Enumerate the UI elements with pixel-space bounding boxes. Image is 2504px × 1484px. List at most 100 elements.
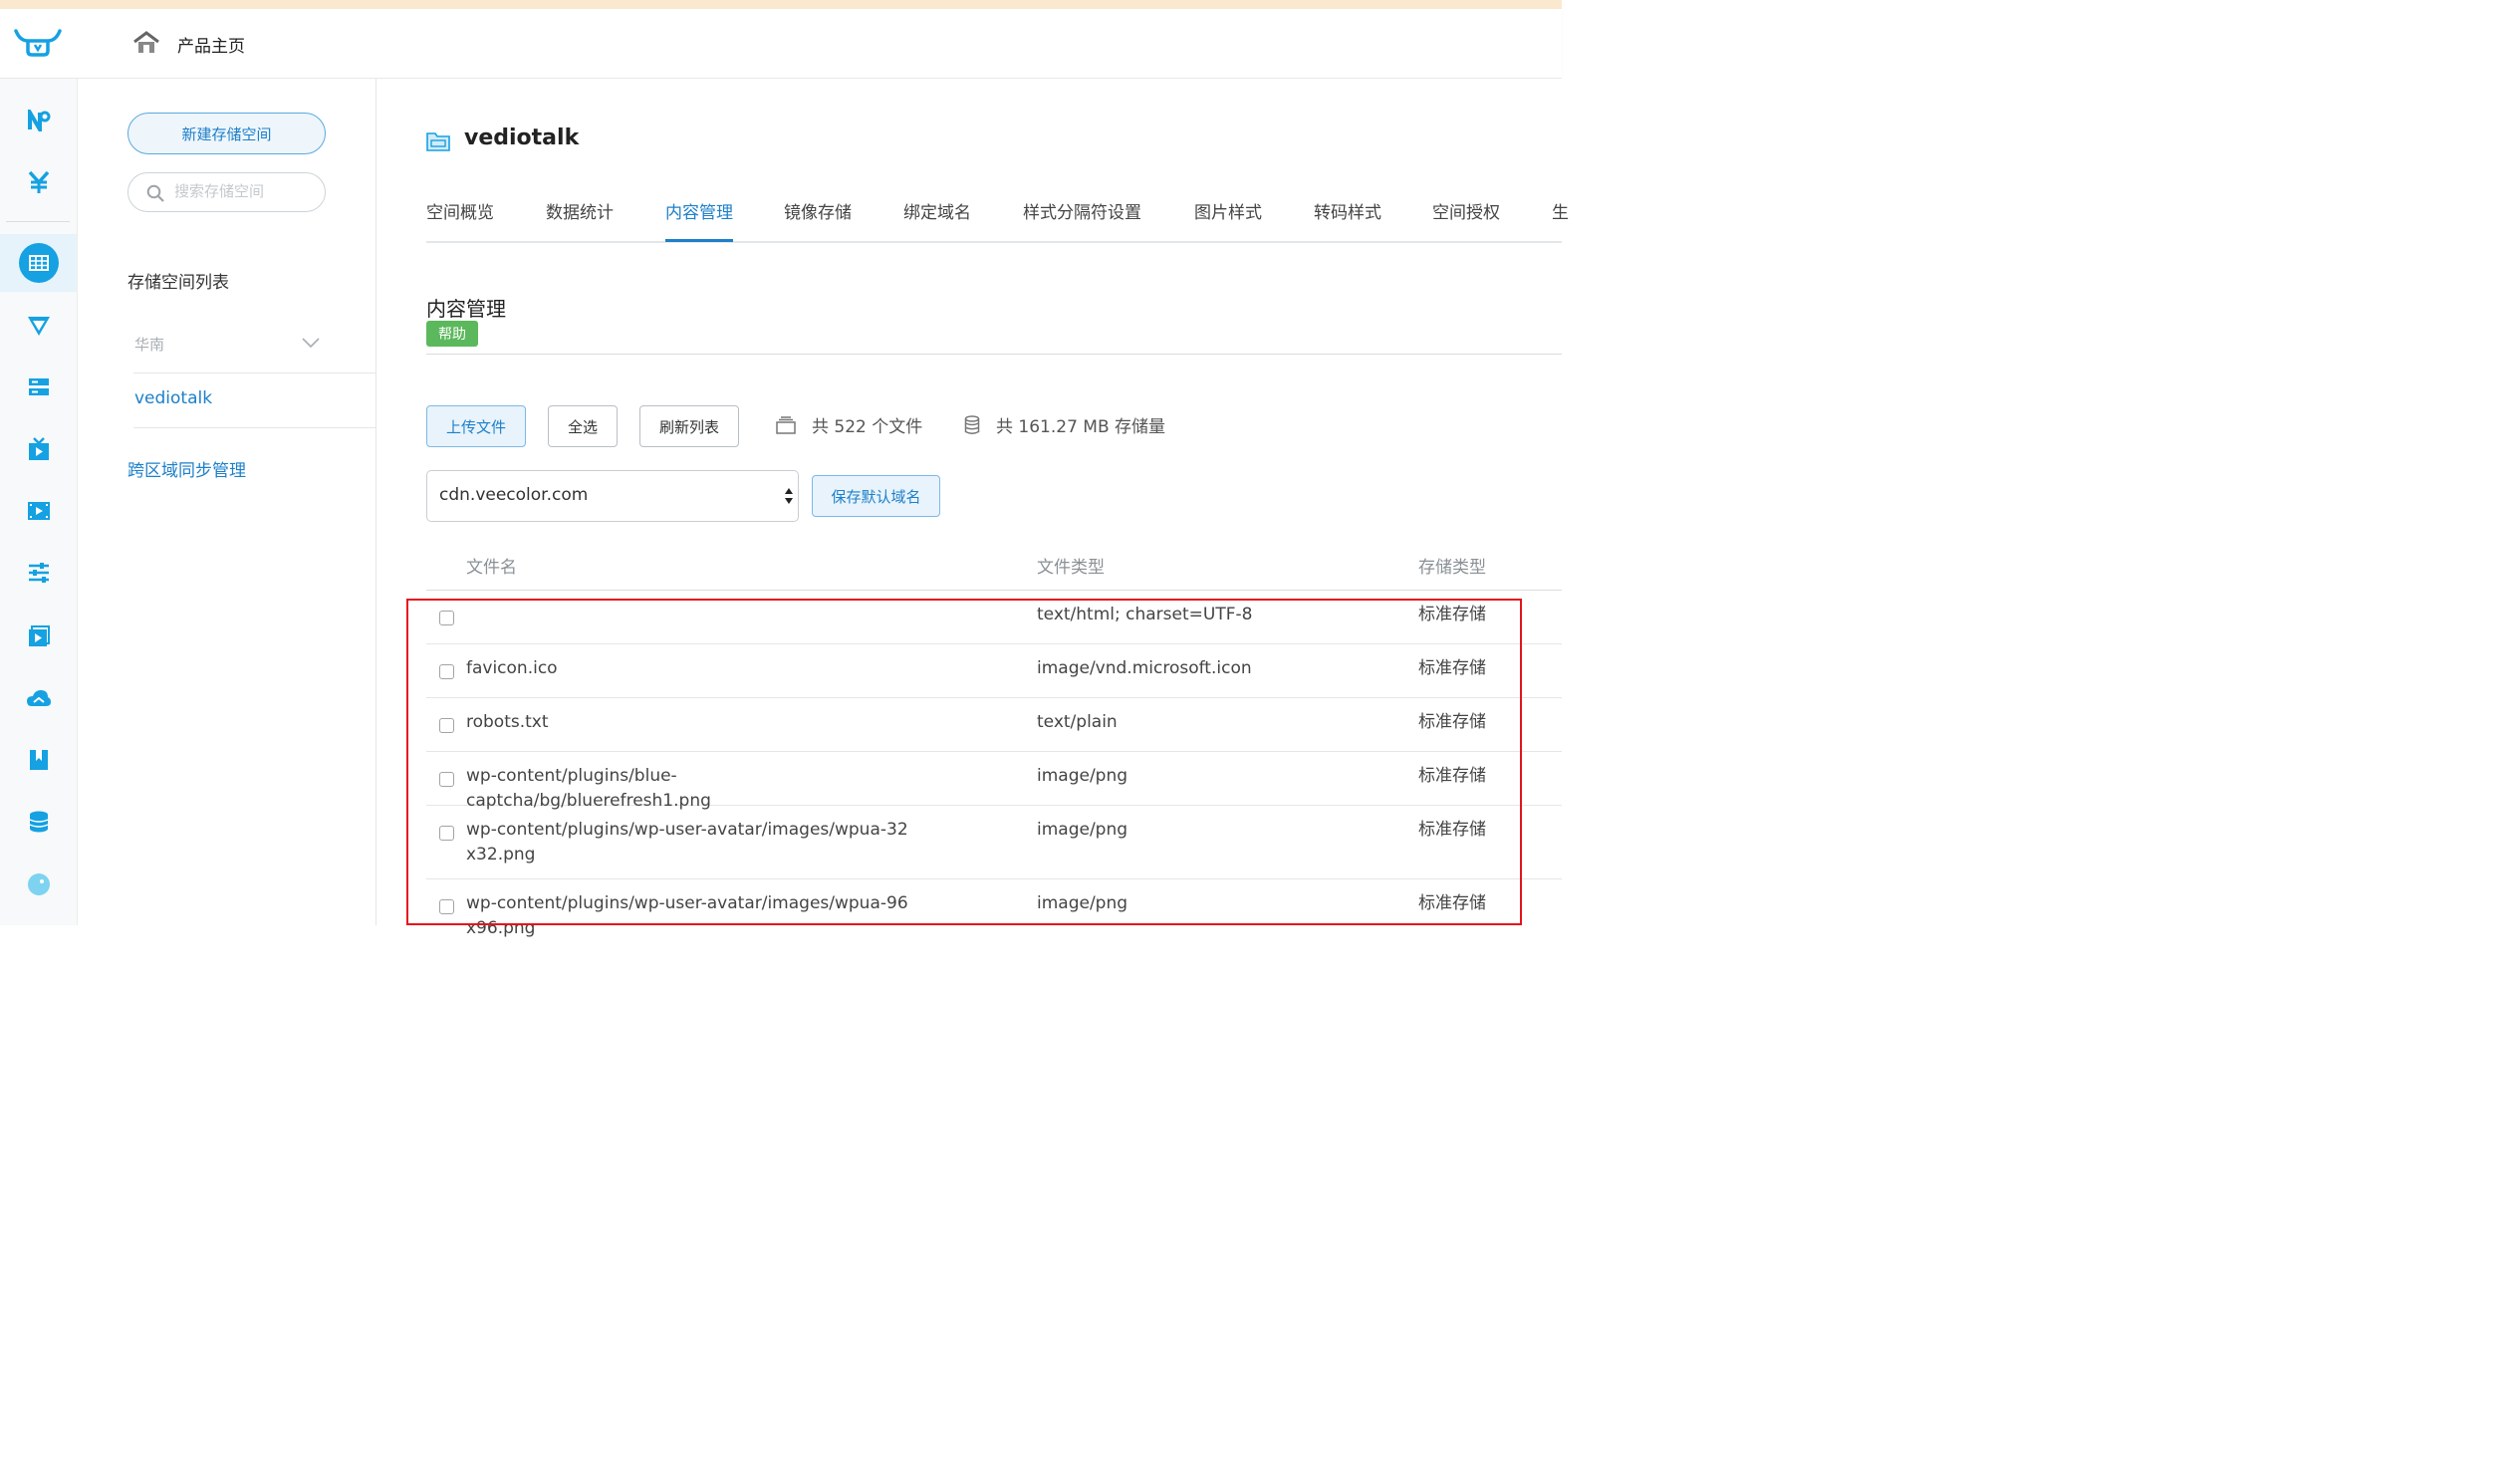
- region-selector[interactable]: 华南: [134, 334, 164, 355]
- nav-kodo[interactable]: [0, 93, 77, 148]
- moon-icon: [27, 873, 50, 895]
- cross-region-sync-link[interactable]: 跨区域同步管理: [127, 456, 246, 481]
- nav-divider: [6, 221, 70, 222]
- chevron-down-icon[interactable]: [302, 338, 320, 348]
- file-name[interactable]: favicon.ico: [466, 656, 914, 681]
- video-icon: [27, 502, 50, 520]
- table-row[interactable]: wp-content/plugins/wp-user-avatar/images…: [426, 806, 1562, 879]
- file-type: image/png: [1037, 893, 1128, 913]
- table-row[interactable]: favicon.ico image/vnd.microsoft.icon 标准存…: [426, 644, 1562, 698]
- database-icon: [29, 811, 48, 833]
- select-all-button[interactable]: 全选: [548, 405, 618, 447]
- nav-bookmark[interactable]: [0, 732, 77, 788]
- column-header-storage-type[interactable]: 存储类型: [1418, 553, 1486, 578]
- search-icon: [146, 184, 164, 202]
- row-checkbox[interactable]: [439, 826, 454, 841]
- column-header-filetype[interactable]: 文件类型: [1037, 553, 1105, 578]
- cdn-icon: [27, 317, 50, 336]
- nav-billing[interactable]: [0, 154, 77, 210]
- table-row[interactable]: wp-content/plugins/blue-captcha/bg/bluer…: [426, 752, 1562, 811]
- tab-space-authorization[interactable]: 空间授权: [1432, 198, 1500, 239]
- nav-cdn[interactable]: [0, 298, 77, 354]
- divider: [133, 372, 376, 373]
- tab-bind-domain[interactable]: 绑定域名: [903, 198, 971, 239]
- tab-mirror-storage[interactable]: 镜像存储: [784, 198, 852, 239]
- qiniu-logo[interactable]: [14, 27, 62, 63]
- file-name[interactable]: wp-content/plugins/wp-user-avatar/images…: [466, 891, 914, 941]
- server-icon: [28, 378, 49, 395]
- refresh-list-button[interactable]: 刷新列表: [639, 405, 739, 447]
- row-checkbox[interactable]: [439, 611, 454, 625]
- bucket-search-input[interactable]: [172, 181, 316, 201]
- column-header-filename[interactable]: 文件名: [466, 553, 517, 578]
- bucket-list-item[interactable]: vediotalk: [134, 388, 212, 408]
- top-banner-stripe: [0, 0, 1562, 9]
- tv-icon: [28, 437, 49, 460]
- bookmark-icon: [29, 750, 48, 770]
- storage-icon: [964, 415, 980, 434]
- bucket-search: [127, 172, 326, 212]
- tab-image-styles[interactable]: 图片样式: [1194, 198, 1262, 239]
- bucket-list-title: 存储空间列表: [127, 273, 229, 293]
- yuan-icon: [28, 170, 49, 193]
- files-icon: [776, 416, 796, 434]
- storage-grid-icon: [18, 243, 59, 283]
- storage-used: 共 161.27 MB 存储量: [996, 417, 1166, 437]
- upload-file-button[interactable]: 上传文件: [426, 405, 526, 447]
- nav-player[interactable]: [0, 609, 77, 664]
- storage-type: 标准存储: [1418, 605, 1486, 624]
- file-name[interactable]: wp-content/plugins/wp-user-avatar/images…: [466, 818, 914, 867]
- header-title[interactable]: 产品主页: [177, 32, 245, 57]
- bucket-tabs: 空间概览 数据统计 内容管理 镜像存储 绑定域名 样式分隔符设置 图片样式 转码…: [426, 198, 1569, 243]
- storage-type: 标准存储: [1418, 658, 1486, 678]
- kodo-icon: [27, 110, 50, 131]
- main-content: vediotalk 空间概览 数据统计 内容管理 镜像存储 绑定域名 样式分隔符…: [376, 79, 1569, 938]
- row-checkbox[interactable]: [439, 899, 454, 914]
- nav-processing[interactable]: [0, 545, 77, 601]
- bucket-folder-icon: [426, 128, 450, 156]
- player-icon: [28, 625, 50, 646]
- top-header: 产品主页: [0, 9, 1562, 79]
- nav-storage[interactable]: [0, 235, 77, 291]
- tab-transcode-styles[interactable]: 转码样式: [1314, 198, 1381, 239]
- row-checkbox[interactable]: [439, 772, 454, 787]
- file-type: image/png: [1037, 820, 1128, 840]
- help-button[interactable]: 帮助: [426, 321, 478, 347]
- tab-statistics[interactable]: 数据统计: [546, 198, 614, 239]
- bucket-title: vediotalk: [464, 125, 580, 150]
- product-nav-rail: [0, 79, 78, 925]
- storage-type: 标准存储: [1418, 766, 1486, 786]
- nav-database[interactable]: [0, 794, 77, 850]
- table-row[interactable]: wp-content/plugins/wp-user-avatar/images…: [426, 879, 1562, 952]
- file-name[interactable]: robots.txt: [466, 710, 914, 735]
- table-row[interactable]: text/html; charset=UTF-8 标准存储: [426, 591, 1562, 644]
- save-default-domain-button[interactable]: 保存默认域名: [812, 475, 940, 517]
- nav-video[interactable]: [0, 483, 77, 539]
- home-icon[interactable]: [133, 31, 159, 59]
- table-row[interactable]: robots.txt text/plain 标准存储: [426, 698, 1562, 752]
- tab-more[interactable]: 生: [1552, 198, 1569, 239]
- domain-select-value: cdn.veecolor.com: [439, 485, 589, 505]
- domain-select[interactable]: cdn.veecolor.com: [426, 470, 799, 522]
- file-type: text/plain: [1037, 712, 1118, 732]
- row-checkbox[interactable]: [439, 718, 454, 733]
- nav-cloud[interactable]: [0, 670, 77, 726]
- select-arrows-icon: [785, 488, 793, 504]
- file-type: image/vnd.microsoft.icon: [1037, 658, 1252, 678]
- file-count: 共 522 个文件: [812, 417, 923, 437]
- storage-type: 标准存储: [1418, 893, 1486, 913]
- row-checkbox[interactable]: [439, 664, 454, 679]
- tab-content-management[interactable]: 内容管理: [665, 198, 733, 242]
- sliders-icon: [28, 563, 49, 583]
- nav-more[interactable]: [0, 857, 77, 912]
- section-title: 内容管理: [426, 297, 506, 321]
- new-bucket-button[interactable]: 新建存储空间: [127, 113, 326, 154]
- storage-type: 标准存储: [1418, 820, 1486, 840]
- tab-overview[interactable]: 空间概览: [426, 198, 494, 239]
- nav-servers[interactable]: [0, 360, 77, 415]
- cloud-icon: [26, 690, 51, 706]
- tab-style-separator[interactable]: 样式分隔符设置: [1023, 198, 1141, 239]
- nav-live[interactable]: [0, 421, 77, 477]
- file-type: image/png: [1037, 766, 1128, 786]
- divider: [133, 427, 376, 428]
